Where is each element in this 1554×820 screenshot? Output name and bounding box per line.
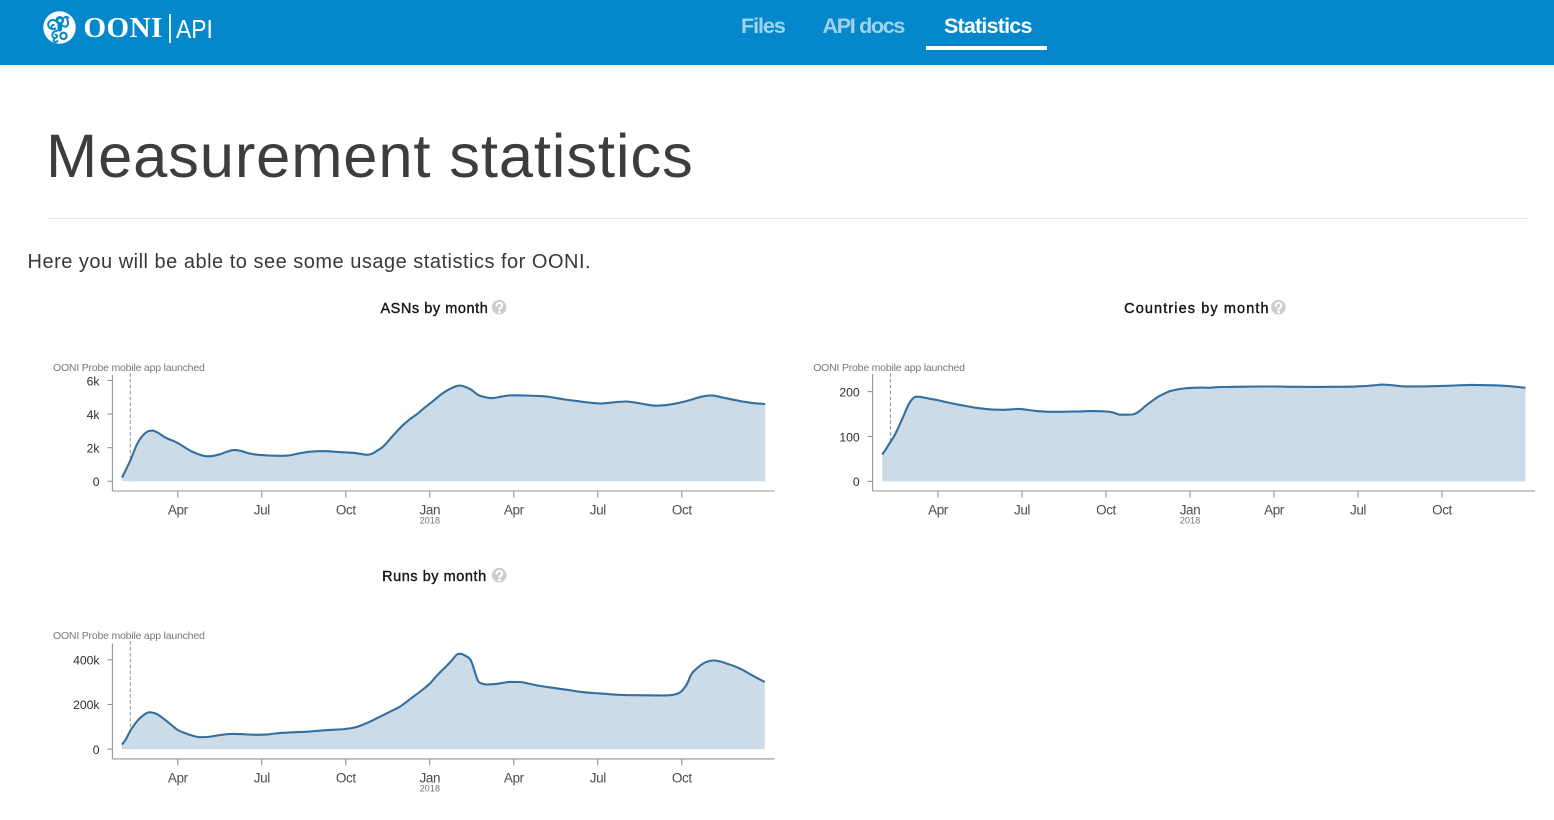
svg-text:Apr: Apr — [928, 502, 949, 517]
svg-text:Countries by month: Countries by month — [1124, 301, 1270, 317]
svg-text:Jul: Jul — [1350, 502, 1366, 517]
svg-text:0: 0 — [93, 475, 100, 489]
svg-text:400k: 400k — [73, 654, 100, 668]
svg-text:100: 100 — [839, 430, 860, 444]
svg-text:2k: 2k — [87, 442, 101, 456]
svg-text:200: 200 — [839, 385, 860, 399]
svg-text:OONI Probe mobile app launched: OONI Probe mobile app launched — [813, 362, 965, 374]
svg-text:6k: 6k — [87, 374, 101, 388]
svg-text:Apr: Apr — [504, 502, 525, 517]
svg-text:Apr: Apr — [168, 770, 189, 785]
svg-text:200k: 200k — [73, 698, 100, 712]
svg-text:0: 0 — [93, 743, 100, 757]
svg-text:Jul: Jul — [254, 502, 270, 517]
svg-text:Jul: Jul — [590, 502, 606, 517]
svg-text:2018: 2018 — [420, 515, 440, 525]
svg-text:Jul: Jul — [254, 770, 270, 785]
svg-text:Runs by month: Runs by month — [382, 569, 487, 585]
svg-text:OONI Probe mobile app launched: OONI Probe mobile app launched — [53, 630, 205, 642]
svg-text:0: 0 — [853, 475, 860, 489]
svg-text:Oct: Oct — [1432, 502, 1452, 517]
svg-text:ASNs by month: ASNs by month — [380, 301, 488, 317]
svg-text:Apr: Apr — [168, 502, 189, 517]
svg-text:2018: 2018 — [420, 783, 440, 793]
svg-text:Oct: Oct — [336, 502, 356, 517]
svg-text:Apr: Apr — [1264, 502, 1285, 517]
svg-text:4k: 4k — [87, 408, 101, 422]
svg-text:Apr: Apr — [504, 770, 525, 785]
svg-text:Oct: Oct — [336, 770, 356, 785]
svg-text:Oct: Oct — [1096, 502, 1116, 517]
svg-text:OONI Probe mobile app launched: OONI Probe mobile app launched — [53, 362, 205, 374]
svg-text:Oct: Oct — [672, 502, 692, 517]
svg-text:Jul: Jul — [590, 770, 606, 785]
svg-text:Jul: Jul — [1014, 502, 1030, 517]
svg-text:Oct: Oct — [672, 770, 692, 785]
svg-text:2018: 2018 — [1180, 515, 1200, 525]
